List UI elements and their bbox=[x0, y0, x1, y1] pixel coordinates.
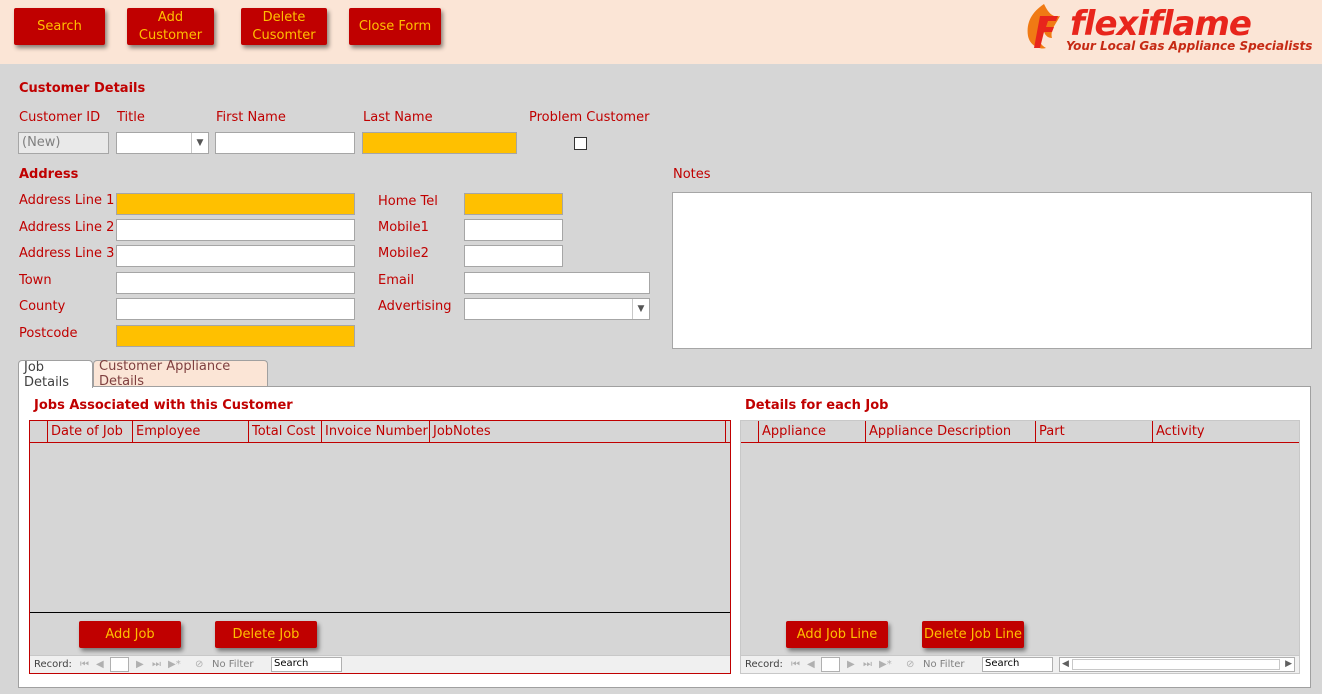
record-selector-header[interactable] bbox=[30, 421, 48, 443]
address-heading: Address bbox=[19, 167, 79, 182]
add-job-line-button[interactable]: Add Job Line bbox=[786, 621, 888, 648]
advertising-label: Advertising bbox=[378, 299, 452, 314]
customer-id-label: Customer ID bbox=[19, 110, 101, 125]
flame-icon bbox=[1027, 4, 1060, 49]
jobs-grid-header: Date of Job Employee Total Cost Invoice … bbox=[30, 421, 730, 443]
scrollbar-thumb[interactable] bbox=[1072, 659, 1280, 670]
search-input[interactable]: Search bbox=[271, 657, 342, 672]
mobile1-field[interactable] bbox=[464, 219, 563, 241]
flexiflame-logo: flexiflame Your Local Gas Appliance Spec… bbox=[1022, 2, 1312, 60]
jobs-record-navigator: Record: ⏮ ◀ ▶ ⏭ ▶* ⊘ No Filter Search bbox=[30, 655, 730, 673]
add-job-button[interactable]: Add Job bbox=[79, 621, 181, 648]
first-name-field[interactable] bbox=[215, 132, 355, 154]
tab-job-details[interactable]: Job Details bbox=[18, 360, 93, 390]
home-tel-field[interactable] bbox=[464, 193, 563, 215]
scroll-right-icon[interactable]: ▶ bbox=[1285, 658, 1292, 671]
delete-customer-button[interactable]: Delete Cusomter bbox=[241, 8, 327, 45]
first-name-label: First Name bbox=[216, 110, 286, 125]
first-record-icon[interactable]: ⏮ bbox=[80, 658, 89, 672]
filter-icon[interactable]: ⊘ bbox=[195, 658, 203, 672]
next-record-icon[interactable]: ▶ bbox=[847, 658, 855, 672]
record-label: Record: bbox=[745, 659, 783, 670]
no-filter-label[interactable]: No Filter bbox=[212, 658, 254, 672]
column-header[interactable]: Appliance bbox=[759, 421, 866, 443]
job-lines-heading: Details for each Job bbox=[745, 398, 889, 413]
home-tel-label: Home Tel bbox=[378, 194, 438, 209]
postcode-field[interactable] bbox=[116, 325, 355, 347]
last-record-icon[interactable]: ⏭ bbox=[863, 658, 872, 672]
address-line1-field[interactable] bbox=[116, 193, 355, 215]
delete-job-line-button[interactable]: Delete Job Line bbox=[922, 621, 1024, 648]
column-header[interactable]: Appliance Description bbox=[866, 421, 1036, 443]
jobs-heading: Jobs Associated with this Customer bbox=[34, 398, 293, 413]
address-line3-label: Address Line 3 bbox=[19, 246, 115, 261]
record-number-input[interactable] bbox=[110, 657, 129, 672]
county-label: County bbox=[19, 299, 66, 314]
last-name-label: Last Name bbox=[363, 110, 433, 125]
job-lines-record-navigator: Record: ⏮ ◀ ▶ ⏭ ▶* ⊘ No Filter Search ◀ … bbox=[741, 655, 1299, 673]
record-label: Record: bbox=[34, 659, 72, 670]
column-header[interactable]: Invoice Number bbox=[322, 421, 430, 443]
email-field[interactable] bbox=[464, 272, 650, 294]
new-record-icon[interactable]: ▶* bbox=[168, 658, 181, 672]
scroll-left-icon[interactable]: ◀ bbox=[1062, 658, 1069, 671]
advertising-combo[interactable]: ▼ bbox=[464, 298, 650, 320]
record-number-input[interactable] bbox=[821, 657, 840, 672]
last-name-field[interactable] bbox=[362, 132, 517, 154]
record-selector-header[interactable] bbox=[741, 421, 759, 443]
logo-wordmark: flexiflame bbox=[1070, 4, 1252, 44]
prev-record-icon[interactable]: ◀ bbox=[807, 658, 815, 672]
jobs-subform: Date of Job Employee Total Cost Invoice … bbox=[29, 420, 731, 674]
address-line2-field[interactable] bbox=[116, 219, 355, 241]
title-label: Title bbox=[117, 110, 145, 125]
address-line2-label: Address Line 2 bbox=[19, 220, 115, 235]
chevron-down-icon[interactable]: ▼ bbox=[632, 299, 649, 319]
problem-customer-label: Problem Customer bbox=[529, 110, 650, 125]
horizontal-scrollbar[interactable]: ◀ ▶ bbox=[1059, 657, 1295, 672]
add-customer-button[interactable]: Add Customer bbox=[127, 8, 214, 45]
mobile2-field[interactable] bbox=[464, 245, 563, 267]
first-record-icon[interactable]: ⏮ bbox=[791, 658, 800, 672]
mobile2-label: Mobile2 bbox=[378, 246, 429, 261]
no-filter-label[interactable]: No Filter bbox=[923, 658, 965, 672]
next-record-icon[interactable]: ▶ bbox=[136, 658, 144, 672]
column-header[interactable]: Part bbox=[1036, 421, 1153, 443]
county-field[interactable] bbox=[116, 298, 355, 320]
prev-record-icon[interactable]: ◀ bbox=[96, 658, 104, 672]
filter-icon[interactable]: ⊘ bbox=[906, 658, 914, 672]
job-lines-subform: Appliance Appliance Description Part Act… bbox=[740, 420, 1300, 674]
problem-customer-checkbox[interactable] bbox=[574, 137, 587, 150]
address-line1-label: Address Line 1 bbox=[19, 193, 115, 208]
footer-divider bbox=[30, 612, 730, 613]
delete-job-button[interactable]: Delete Job bbox=[215, 621, 317, 648]
last-record-icon[interactable]: ⏭ bbox=[152, 658, 161, 672]
search-button[interactable]: Search bbox=[14, 8, 105, 45]
chevron-down-icon[interactable]: ▼ bbox=[191, 133, 208, 153]
column-header[interactable]: Employee bbox=[133, 421, 249, 443]
close-form-button[interactable]: Close Form bbox=[349, 8, 441, 45]
mobile1-label: Mobile1 bbox=[378, 220, 429, 235]
tab-customer-appliance-details[interactable]: Customer Appliance Details bbox=[93, 359, 268, 389]
email-label: Email bbox=[378, 273, 415, 288]
title-combo[interactable]: ▼ bbox=[116, 132, 209, 154]
logo-tagline: Your Local Gas Appliance Specialists bbox=[1066, 39, 1313, 53]
search-input[interactable]: Search bbox=[982, 657, 1053, 672]
new-record-icon[interactable]: ▶* bbox=[879, 658, 892, 672]
address-line3-field[interactable] bbox=[116, 245, 355, 267]
column-header[interactable]: Date of Job bbox=[48, 421, 133, 443]
postcode-label: Postcode bbox=[19, 326, 78, 341]
town-label: Town bbox=[19, 273, 52, 288]
notes-label: Notes bbox=[673, 167, 711, 182]
column-header[interactable]: Activity bbox=[1153, 421, 1299, 443]
customer-id-field[interactable]: (New) bbox=[18, 132, 109, 154]
column-header[interactable]: JobNotes bbox=[430, 421, 726, 443]
town-field[interactable] bbox=[116, 272, 355, 294]
column-header[interactable]: Total Cost bbox=[249, 421, 322, 443]
customer-details-heading: Customer Details bbox=[19, 81, 146, 96]
notes-textarea[interactable] bbox=[672, 192, 1312, 349]
job-lines-grid-header: Appliance Appliance Description Part Act… bbox=[741, 421, 1299, 443]
